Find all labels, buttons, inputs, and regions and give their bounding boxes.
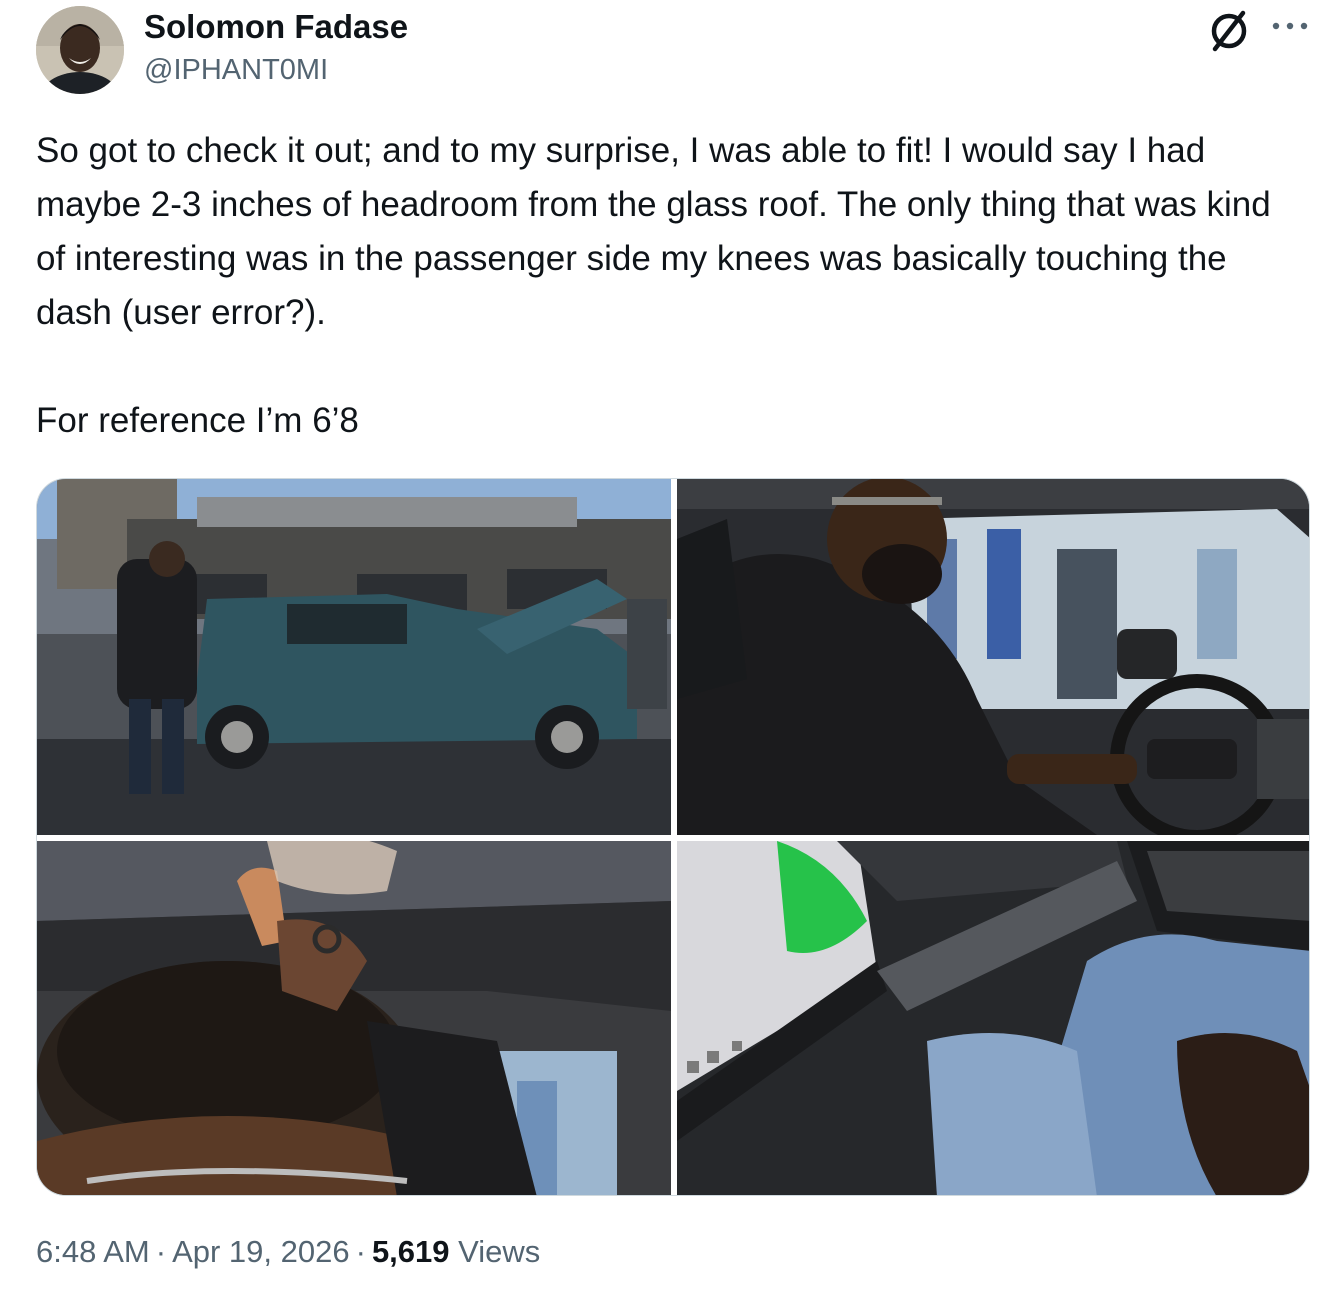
- tweet-date[interactable]: Apr 19, 2026: [172, 1234, 350, 1269]
- tweet-meta: 6:48 AM · Apr 19, 2026 · 5,619 Views: [36, 1234, 540, 1270]
- avatar[interactable]: [36, 6, 124, 94]
- brand-logo-icon[interactable]: [1204, 6, 1254, 56]
- views-label: Views: [458, 1234, 541, 1269]
- photo-man-beside-suv[interactable]: [37, 479, 671, 835]
- photo-driver-seat[interactable]: [677, 479, 1309, 835]
- media-grid: [36, 478, 1310, 1196]
- tweet-paragraph: For reference I’m 6’8: [36, 401, 359, 440]
- tweet-text: So got to check it out; and to my surpri…: [36, 124, 1306, 448]
- avatar-image: [36, 6, 124, 94]
- author-display-name[interactable]: Solomon Fadase: [144, 8, 408, 46]
- meta-separator: ·: [155, 1234, 167, 1269]
- meta-separator: ·: [355, 1234, 366, 1269]
- photo-knees-dashboard[interactable]: [677, 841, 1309, 1195]
- tweet-paragraph: So got to check it out; and to my surpri…: [36, 131, 1271, 332]
- tweet-time[interactable]: 6:48 AM: [36, 1234, 150, 1269]
- photo-headroom-glass-roof[interactable]: [37, 841, 671, 1195]
- more-options-icon[interactable]: [1270, 18, 1310, 34]
- views-count: 5,619: [371, 1234, 450, 1269]
- author-handle[interactable]: @IPHANT0MI: [144, 54, 328, 87]
